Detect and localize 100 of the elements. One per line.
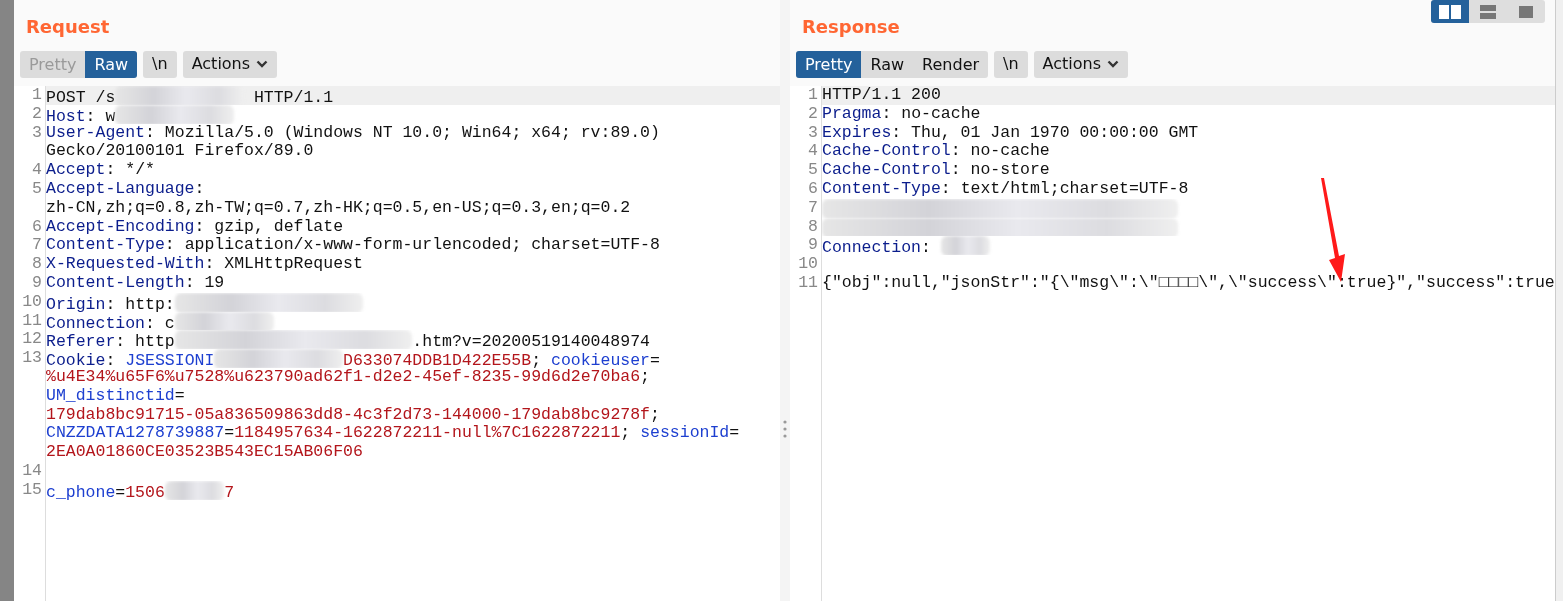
parameter-name: JSESSIONI xyxy=(125,351,215,368)
line-number: 12 xyxy=(22,329,42,349)
parameter-value: 1184957634-1622872211-null%7C1622872211 xyxy=(234,424,621,443)
two-rows-icon xyxy=(1480,4,1496,19)
line-number: 1 xyxy=(32,86,42,104)
line-number: 9 xyxy=(32,272,42,292)
parameter-value: 179dab8bc91715-05a836509863dd8-4c3f2d73-144000-179dab8bc9278f xyxy=(46,405,650,424)
line-number: 4 xyxy=(808,141,818,161)
caret-icon xyxy=(256,60,269,68)
redaction-blur xyxy=(164,480,225,500)
header-name: Cache-Control xyxy=(822,142,951,161)
line-number: 6 xyxy=(32,216,42,236)
line-number: 8 xyxy=(32,254,42,274)
code-text: ; xyxy=(640,367,650,386)
line-number: 2 xyxy=(808,103,818,123)
actions-button[interactable]: Actions xyxy=(182,50,278,78)
code-text: : no-cache xyxy=(950,142,1050,161)
header-name: Connection xyxy=(46,313,146,331)
code-text: ; xyxy=(531,351,542,368)
parameter-name: c_phone xyxy=(46,482,116,500)
parameter-value: %u4E34%u65F6%u7528%u623790ad62f1-d2e2-45ef-8235-99d6d2e70ba6 xyxy=(46,367,641,386)
line-number: 11 xyxy=(22,310,42,330)
code-text: zh-CN,zh;q=0.8,zh-TW;q=0.7,zh-HK;q=0.5,en-US;q=0.3,en;q=0.2 xyxy=(46,198,631,217)
parameter-value: D633074DDB1D422E55B xyxy=(343,351,532,368)
code-text: : application/x-www-form-urlencoded; charset=UTF-8 xyxy=(164,236,660,255)
code-text: : no-cache xyxy=(881,104,981,123)
line-number: 7 xyxy=(808,197,818,217)
view-tab[interactable]: Pretty xyxy=(796,50,862,78)
code-text: = xyxy=(729,424,740,443)
header-name: Cookie xyxy=(46,351,106,368)
code-text: : xyxy=(921,238,932,256)
caret-icon xyxy=(1107,60,1120,68)
view-tab[interactable]: Raw xyxy=(85,50,138,78)
line-number: 15 xyxy=(22,479,42,499)
header-name: Origin xyxy=(46,294,106,312)
code-text: {"obj":null,"jsonStr":"{\"msg\":\"□□□□\",\"success\":true}","success":true xyxy=(822,273,1555,292)
code-text: : xyxy=(105,351,116,368)
code-text: : w xyxy=(85,106,116,124)
parameter-value: 7 xyxy=(224,482,235,500)
code-text: ; xyxy=(620,424,632,443)
code-text: HTTP/1.1 200 xyxy=(822,86,941,104)
code-text: = xyxy=(115,482,126,500)
header-name: Host xyxy=(46,106,86,124)
two-columns-icon xyxy=(1439,4,1461,19)
code-text: ; xyxy=(650,405,660,424)
header-name: X-Requested-With xyxy=(46,255,205,274)
header-name: Content-Type xyxy=(46,236,165,255)
code-text: .htm?v=20200519140048974 xyxy=(412,332,650,350)
parameter-name: cookieuser xyxy=(551,351,651,368)
line-number: 9 xyxy=(808,235,818,255)
parameter-name: CNZZDATA1278739887 xyxy=(46,424,225,443)
actions-button[interactable]: Actions xyxy=(1033,50,1129,78)
line-number: 3 xyxy=(32,122,42,142)
code-text: : text/html;charset=UTF-8 xyxy=(940,180,1189,198)
line-number: 4 xyxy=(32,160,42,180)
code-text: : xyxy=(194,180,205,198)
code-text: = xyxy=(224,424,235,443)
header-name: Cache-Control xyxy=(822,161,951,180)
resize-handle-icon[interactable] xyxy=(783,420,787,438)
layout-button[interactable] xyxy=(1431,0,1469,23)
header-name: Expires xyxy=(822,123,892,142)
parameter-name: UM_distinctid xyxy=(46,386,175,405)
line-number: 5 xyxy=(32,179,42,198)
line-number: 11 xyxy=(798,272,818,292)
view-tab[interactable]: Render xyxy=(913,50,989,78)
response-title: Response xyxy=(801,15,900,39)
header-name: Connection xyxy=(822,238,922,256)
newline-toggle-button[interactable]: \n xyxy=(994,50,1028,78)
code-text: : XMLHttpRequest xyxy=(204,255,363,274)
code-text: : 19 xyxy=(184,273,225,292)
line-number: 3 xyxy=(808,122,818,142)
header-name: Accept-Language xyxy=(46,180,195,198)
line-number: 7 xyxy=(32,235,42,255)
header-name: Content-Type xyxy=(822,180,941,198)
code-text: = xyxy=(174,386,185,405)
line-number: 8 xyxy=(808,216,818,236)
newline-toggle-button[interactable]: \n xyxy=(143,50,177,78)
code-text: POST /s xyxy=(46,88,116,105)
code-text: : gzip, deflate xyxy=(194,217,344,236)
parameter-value: 2EA0A01860CE03523B543EC15AB06F06 xyxy=(46,443,363,462)
header-name: Accept xyxy=(46,161,106,180)
code-text: = xyxy=(650,351,660,368)
view-tab[interactable]: Raw xyxy=(861,50,914,78)
line-number: 13 xyxy=(22,348,42,368)
code-text: : Thu, 01 Jan 1970 00:00:00 GMT xyxy=(891,123,1199,142)
header-name: Content-Length xyxy=(46,273,185,292)
code-text: : */* xyxy=(105,161,155,180)
single-panel-icon xyxy=(1519,5,1533,18)
line-number: 1 xyxy=(808,86,818,104)
header-name: Pragma xyxy=(822,104,882,123)
code-text: : http xyxy=(115,332,175,350)
code-text: HTTP/1.1 xyxy=(252,88,334,105)
header-name: Accept-Encoding xyxy=(46,217,195,236)
parameter-value: 1506 xyxy=(125,482,165,500)
parameter-name: sessionId xyxy=(640,424,730,443)
code-text: : Mozilla/5.0 (Windows NT 10.0; Win64; x64; rv:89.0) xyxy=(145,123,660,142)
code-text: : no-store xyxy=(950,161,1050,180)
code-text: : http: xyxy=(105,294,175,312)
header-name: User-Agent xyxy=(46,123,146,142)
line-number: 2 xyxy=(32,103,42,123)
